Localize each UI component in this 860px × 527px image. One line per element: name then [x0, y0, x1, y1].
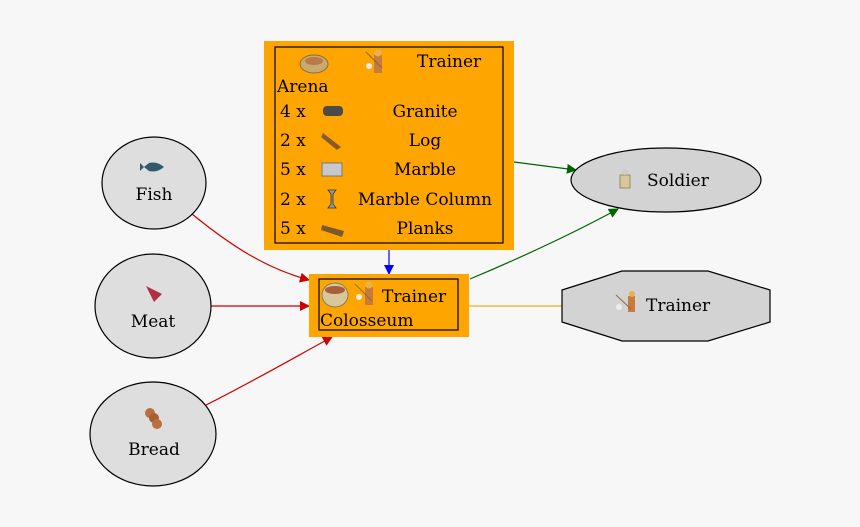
fish-label: Fish [136, 185, 173, 205]
cost-item: Granite [392, 102, 457, 122]
node-trainer[interactable]: Trainer [561, 270, 771, 342]
node-meat[interactable]: Meat [94, 253, 212, 359]
cost-qty: 2 x [280, 131, 306, 151]
cost-qty: 5 x [280, 160, 306, 180]
cost-qty: 5 x [280, 219, 306, 239]
arena-title: Arena [276, 77, 329, 97]
trainer-label: Trainer [646, 296, 711, 316]
node-arena[interactable]: Trainer Arena 4 x Granite 2 x Log 5 x Ma… [264, 41, 514, 250]
meat-label: Meat [131, 312, 176, 332]
granite-icon [323, 106, 343, 116]
graph-canvas: Trainer Arena 4 x Granite 2 x Log 5 x Ma… [89, 41, 771, 487]
cost-item: Log [409, 131, 442, 151]
cost-qty: 2 x [280, 190, 306, 210]
soldier-label: Soldier [647, 171, 710, 191]
colosseum-building-icon [321, 282, 349, 308]
cost-item: Planks [397, 219, 454, 239]
node-bread[interactable]: Bread [89, 381, 217, 487]
arena-produces-label: Trainer [417, 52, 482, 72]
bread-label: Bread [128, 440, 180, 460]
node-fish[interactable]: Fish [101, 136, 207, 230]
colosseum-title: Colosseum [320, 311, 414, 331]
edge-bread-colosseum [205, 336, 333, 406]
node-soldier[interactable]: Soldier [570, 147, 762, 213]
cost-item: Marble Column [358, 190, 492, 210]
cost-qty: 4 x [280, 102, 306, 122]
node-colosseum[interactable]: Trainer Colosseum [309, 274, 469, 337]
arena-building-icon [299, 54, 329, 74]
cost-item: Marble [394, 160, 456, 180]
colosseum-produces-label: Trainer [382, 287, 447, 307]
edge-arena-soldier [513, 161, 577, 174]
marble-icon [321, 162, 343, 177]
